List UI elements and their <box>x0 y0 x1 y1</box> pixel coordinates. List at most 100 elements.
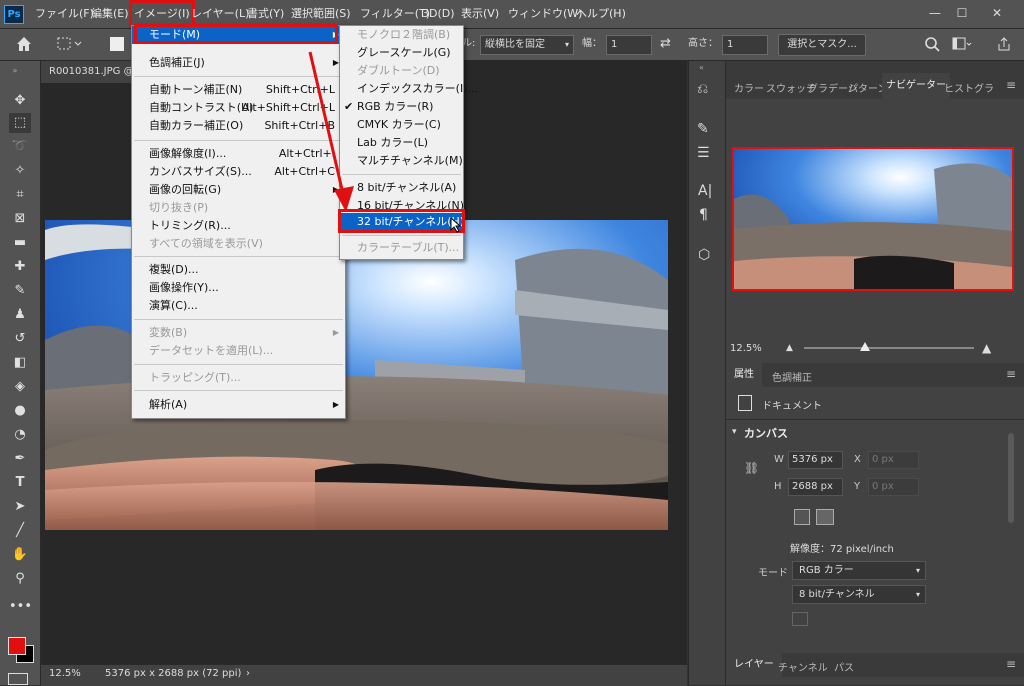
panel-menu-icon[interactable]: ≡ <box>1006 657 1016 671</box>
magic-wand-icon[interactable]: ✧ <box>9 161 31 181</box>
menu-help[interactable]: ヘルプ(H) <box>576 0 626 28</box>
navigator-zoom-slider[interactable] <box>804 347 974 349</box>
3d-object-icon[interactable]: ⬡ <box>698 247 710 263</box>
zoom-in-icon[interactable]: ▲ <box>982 341 991 355</box>
zoom-out-icon[interactable]: ▲ <box>786 343 793 353</box>
navigator-zoom-value[interactable]: 12.5% <box>730 343 762 354</box>
menu-item-apply-image[interactable]: 画像操作(Y)... <box>132 279 345 297</box>
character-icon[interactable]: A| <box>698 183 712 199</box>
menu-file[interactable]: ファイル(F) <box>35 0 94 28</box>
menu-filter[interactable]: フィルター(T) <box>360 0 430 28</box>
collapse-icon[interactable]: » <box>4 61 26 81</box>
maximize-button[interactable]: ☐ <box>951 4 973 22</box>
width-label: 幅： <box>582 38 602 49</box>
tab-properties[interactable]: 属性 <box>726 363 762 387</box>
healing-brush-icon[interactable]: ✚ <box>9 257 31 277</box>
pen-tool-icon[interactable]: ✒ <box>9 449 31 469</box>
home-icon[interactable] <box>14 34 34 54</box>
tab-adjustments[interactable]: 色調補正 <box>772 369 812 384</box>
menu-item-variables[interactable]: 変数(B) ▶ <box>132 324 345 342</box>
line-tool-icon[interactable]: ╱ <box>9 521 31 541</box>
chevron-right-icon[interactable]: › <box>246 668 250 679</box>
navigator-thumbnail[interactable] <box>732 147 1014 291</box>
blur-tool-icon[interactable]: ● <box>9 401 31 421</box>
mouse-cursor-icon <box>450 216 462 233</box>
menu-item-trapping[interactable]: トラッピング(T)... <box>132 369 345 387</box>
more-tools-icon[interactable]: ••• <box>9 597 32 617</box>
eyedropper-icon[interactable]: ▬ <box>9 233 31 253</box>
path-select-icon[interactable]: ➤ <box>9 497 31 517</box>
width-input[interactable]: 1 <box>606 35 652 55</box>
foreground-color-swatch[interactable] <box>8 637 26 655</box>
mode-item-bitmap[interactable]: モノクロ２階調(B) <box>340 26 463 44</box>
swap-icon[interactable]: ⇄ <box>660 34 671 54</box>
menu-edit[interactable]: 編集(E) <box>91 0 129 28</box>
background-color-box[interactable] <box>792 612 808 626</box>
quick-mask-icon[interactable] <box>8 673 28 685</box>
close-button[interactable]: ✕ <box>986 4 1008 22</box>
canvas-width-field[interactable]: 5376 px <box>788 451 843 469</box>
menu-window[interactable]: ウィンドウ(W) <box>508 0 582 28</box>
new-selection-icon[interactable] <box>110 37 124 51</box>
tab-histogram[interactable]: ヒストグラ <box>944 80 994 95</box>
adjustments-icon[interactable]: ☰ <box>697 145 710 161</box>
hand-tool-icon[interactable]: ✋ <box>9 545 31 565</box>
link-icon[interactable]: ⛓ <box>744 461 759 475</box>
zoom-tool-icon[interactable]: ⚲ <box>9 569 31 589</box>
tab-color[interactable]: カラー <box>734 80 764 95</box>
panel-menu-icon[interactable]: ≡ <box>1006 78 1016 92</box>
canvas-x-field[interactable]: 0 px <box>868 451 919 469</box>
minimize-button[interactable]: — <box>924 4 946 22</box>
workspace-icon[interactable] <box>952 37 972 51</box>
zoom-slider-thumb[interactable] <box>860 342 870 351</box>
menu-3d[interactable]: 3D(D) <box>422 0 455 28</box>
menu-item-calculations[interactable]: 演算(C)... <box>132 297 345 315</box>
menu-item-duplicate[interactable]: 複製(D)... <box>132 261 345 279</box>
brush-tool-icon[interactable]: ✎ <box>9 281 31 301</box>
menu-item-analysis[interactable]: 解析(A) ▶ <box>132 396 345 414</box>
marquee-tool-icon[interactable]: ⬚ <box>9 113 31 133</box>
menu-item-label: 自動コントラスト(U) <box>149 101 254 114</box>
menu-item-apply-dataset[interactable]: データセットを適用(L)... <box>132 342 345 360</box>
history-brush-icon[interactable]: ↺ <box>9 329 31 349</box>
scrollbar[interactable] <box>1008 433 1014 523</box>
zoom-level[interactable]: 12.5% <box>49 668 81 679</box>
menu-item-reveal-all[interactable]: すべての領域を表示(V) <box>132 235 345 253</box>
type-tool-icon[interactable]: T <box>9 473 31 493</box>
collapse-icon[interactable]: « <box>699 63 704 72</box>
dodge-tool-icon[interactable]: ◔ <box>9 425 31 445</box>
brush-settings-icon[interactable]: ✎ <box>697 121 709 137</box>
menu-view[interactable]: 表示(V) <box>461 0 499 28</box>
mode-select[interactable]: RGB カラー ▾ <box>792 561 926 580</box>
height-input[interactable]: 1 <box>722 35 768 55</box>
top-panel-tabs: カラー スウォッチ グラデーシ パターン ナビゲーター ヒストグラ ≡ <box>726 73 1024 99</box>
canvas-y-field[interactable]: 0 px <box>868 478 919 496</box>
tab-navigator[interactable]: ナビゲーター <box>882 73 950 99</box>
portrait-orientation-icon[interactable] <box>794 509 810 525</box>
bit-depth-select[interactable]: 8 bit/チャンネル ▾ <box>792 585 926 604</box>
frame-tool-icon[interactable]: ⊠ <box>9 209 31 229</box>
chevron-down-icon[interactable]: ▾ <box>732 427 737 437</box>
lasso-tool-icon[interactable]: ➰ <box>9 137 31 157</box>
mode-item-color-table[interactable]: カラーテーブル(T)... <box>340 239 463 257</box>
tab-channels[interactable]: チャンネル <box>778 659 828 674</box>
x-field-label: X <box>854 454 861 465</box>
bit-depth-select-value: 8 bit/チャンネル <box>799 589 875 600</box>
share-icon[interactable] <box>996 36 1012 52</box>
crop-tool-icon[interactable]: ⌗ <box>9 185 31 205</box>
eraser-icon[interactable]: ◧ <box>9 353 31 373</box>
style-select[interactable]: 縦横比を固定 ▾ <box>480 35 574 55</box>
panel-menu-icon[interactable]: ≡ <box>1006 367 1016 381</box>
tab-paths[interactable]: パス <box>834 659 854 674</box>
tab-layers[interactable]: レイヤー <box>726 653 782 677</box>
marquee-preset-icon[interactable] <box>56 36 82 52</box>
paragraph-icon[interactable]: ¶ <box>699 207 708 223</box>
move-tool-icon[interactable]: ✥ <box>9 91 31 111</box>
search-icon[interactable] <box>924 36 940 52</box>
select-and-mask-button[interactable]: 選択とマスク... <box>778 34 866 56</box>
landscape-orientation-icon[interactable] <box>816 509 834 525</box>
canvas-height-field[interactable]: 2688 px <box>788 478 843 496</box>
clone-stamp-icon[interactable]: ♟ <box>9 305 31 325</box>
history-icon[interactable]: ⎌ <box>697 81 708 97</box>
paint-bucket-icon[interactable]: ◈ <box>9 377 31 397</box>
